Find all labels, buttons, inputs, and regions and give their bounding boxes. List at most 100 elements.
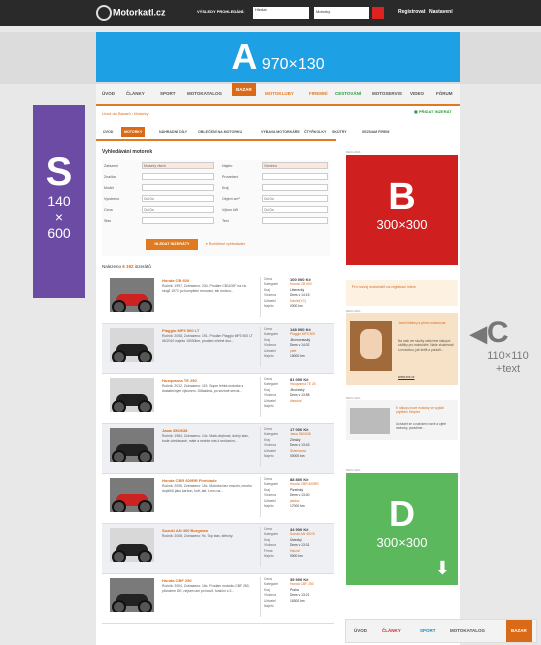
condition-select[interactable] (142, 217, 214, 224)
text-input[interactable] (262, 217, 328, 224)
listing-attrs: Cena Kategorie Kraj Vložena Uživatel Najeto (264, 577, 279, 609)
listing-photo[interactable] (110, 328, 154, 362)
advanced-search-link[interactable]: ▾ Rozšířené vyhledávání (206, 242, 245, 246)
field-label: Výkon kW (222, 208, 239, 212)
nav-cestovani[interactable]: CESTOVÁNÍ (335, 91, 361, 96)
listing-item[interactable]: Suzuki AN 400 Burgman Ročník: 2008, Zobr… (102, 524, 334, 574)
bottom-nav-clanky[interactable]: ČLÁNKY (382, 628, 401, 633)
listing-title[interactable]: Husqvarna TE 250 (162, 378, 197, 383)
ad-slot-d[interactable]: D 300×300 ⬇ (346, 473, 458, 585)
nav-firemni[interactable]: FIREMNÍ (309, 91, 328, 96)
nav-motokatalog[interactable]: MOTOKATALOG (187, 91, 222, 96)
ad-a-size: 970×130 (261, 56, 325, 73)
region-select[interactable] (262, 184, 328, 191)
ad-c2-image[interactable] (350, 408, 390, 434)
listing-photo[interactable] (110, 478, 154, 512)
listing-item[interactable]: Husqvarna TE 250 Ročník: 2012, Zobrazeno… (102, 374, 334, 424)
search-listings-button[interactable]: HLEDAT INZERÁTY (146, 239, 198, 250)
listing-item[interactable]: Jawa 350/638 Ročník: 1984, Zobrazeno: 14… (102, 424, 334, 474)
ad-slot-c[interactable]: Jízdní lékárny a přímo motorovna Na naší… (346, 313, 458, 385)
listing-item[interactable]: Honda CBR 600RR Fireblade Ročník: 2005, … (102, 474, 334, 524)
ad-c-link[interactable]: www.xxx.cz (398, 375, 414, 379)
ad-slot-b[interactable]: B 300×300 (346, 155, 458, 265)
price-range[interactable]: Od Do (142, 206, 214, 213)
ad-slot-s[interactable]: S 140 × 600 (33, 105, 85, 298)
subtab-skutry[interactable]: SKÚTRY (332, 130, 347, 134)
listing-title[interactable]: Honda CBR 600RR Fireblade (162, 478, 217, 483)
subtab-nahradni-dily[interactable]: NÁHRADNÍ DÍLY (159, 130, 187, 134)
ad-c-image[interactable] (350, 321, 392, 371)
helmet-icon (96, 5, 112, 21)
register-link[interactable]: Registrovat (398, 9, 426, 15)
listing-values: 100 000 Kč Honda CB 600 Liberecký Dnes v 14… (290, 277, 312, 309)
found-count: 6 192 (122, 264, 134, 269)
listing-photo[interactable] (110, 378, 154, 412)
listing-photo[interactable] (110, 278, 154, 312)
subtab-ctyrkolky[interactable]: ČTYŘKOLKY (304, 130, 326, 134)
sticky-bottom-nav: ÚVOD ČLÁNKY SPORT MOTOKATALOG BAZAR (345, 619, 537, 643)
nav-motoservis[interactable]: MOTOSERVIS (372, 91, 402, 96)
bottom-nav-motokatalog[interactable]: MOTOKATALOG (450, 628, 485, 633)
field-label: Text (222, 219, 229, 223)
subtab-vybava[interactable]: VÝBAVA MOTORKÁŘE (261, 130, 300, 134)
field-label: Najeto (222, 164, 233, 168)
listing-title[interactable]: Honda CBF 250 (162, 578, 192, 583)
subtab-uvod[interactable]: ÚVOD (103, 130, 113, 134)
listing-title[interactable]: Jawa 350/638 (162, 428, 187, 433)
ad-c-title[interactable]: Jízdní lékárny a přímo motorovna (398, 321, 454, 325)
mileage-select[interactable]: Všechno (262, 162, 328, 169)
listing-title[interactable]: Suzuki AN 400 Burgman (162, 528, 208, 533)
promo-text: Pro rozvoj motorkářů na registraci Intel… (352, 285, 416, 289)
year-range[interactable]: Od Do (142, 195, 214, 202)
settings-link[interactable]: Nastavení (429, 9, 453, 15)
listing-values: 88 800 Kč Honda CBR 600RR Plzeňský Dnes v 1… (290, 477, 319, 509)
ad-label: REKLAMA (346, 150, 361, 154)
nav-forum[interactable]: FÓRUM (436, 91, 453, 96)
listing-title[interactable]: Honda CB 600 (162, 278, 189, 283)
listing-photo[interactable] (110, 428, 154, 462)
listing-values: 81 000 Kč Husqvarna TE 25 Jihočeský Dnes v … (290, 377, 316, 403)
ad-slot-a[interactable]: A 970×130 (96, 32, 460, 82)
nav-bazar[interactable]: BAZAR (232, 83, 256, 96)
subtab-seznam-firem[interactable]: SEZNAM FIREM (362, 130, 389, 134)
category-select[interactable]: Motorky všech (142, 162, 214, 169)
nav-video[interactable]: VIDEO (410, 91, 424, 96)
field-label: Cena (104, 208, 113, 212)
listing-desc: Ročník: 1997, Zobrazeno: 234. Prodám CB1… (162, 284, 247, 293)
bottom-nav-uvod[interactable]: ÚVOD (354, 628, 367, 633)
site-logo[interactable]: Motorkatl.cz (96, 5, 166, 21)
top-search-input[interactable]: Hledat (253, 7, 309, 19)
nav-clanky[interactable]: ČLÁNKY (126, 91, 145, 96)
brand-select[interactable] (142, 173, 214, 180)
add-listing-button[interactable]: ▣ PŘIDAT INZERÁT (414, 109, 452, 114)
subtab-obleceni[interactable]: OBLEČENÍ NA MOTORKU (198, 130, 242, 134)
model-select[interactable] (142, 184, 214, 191)
subtab-motorky[interactable]: MOTORKY (121, 127, 146, 137)
logo-text: Motorkatl.cz (113, 7, 166, 18)
scope-select[interactable]: Motorky (314, 7, 369, 19)
listing-photo[interactable] (110, 578, 154, 612)
search-go-button[interactable] (372, 7, 384, 19)
breadcrumb[interactable]: Úvod do Bazarů › Motorky (102, 111, 148, 116)
nav-sport[interactable]: SPORT (160, 91, 176, 96)
listing-item[interactable]: Honda CB 600 Ročník: 1997, Zobrazeno: 23… (102, 274, 334, 324)
ad-c2-title[interactable]: K nákupu nové motorky se vyplatí pojiště… (396, 406, 454, 415)
ad-slot-c2[interactable]: K nákupu nové motorky se vyplatí pojiště… (346, 400, 458, 440)
listing-item[interactable]: Piaggio MP3 500 LT Ročník: 2008, Zobraze… (102, 324, 334, 374)
nav-motokluby[interactable]: MOTOKLUBY (265, 91, 294, 96)
listing-title[interactable]: Piaggio MP3 500 LT (162, 328, 199, 333)
listing-photo[interactable] (110, 528, 154, 562)
listing-attrs: Cena Kategorie Kraj Vložena Uživatel Najeto (264, 477, 279, 509)
promo-box[interactable]: Pro rozvoj motorkářů na registraci Intel… (346, 280, 458, 306)
listing-desc: Ročník: 2008, Zobrazeno: 9x. Top stav, s… (162, 534, 234, 538)
listing-item[interactable]: Honda CBF 250 Ročník: 2004, Zobrazeno: 1… (102, 574, 334, 624)
power-range[interactable]: Od Do (262, 206, 328, 213)
bottom-nav-bazar[interactable]: BAZAR (506, 620, 532, 642)
nav-uvod[interactable]: ÚVOD (102, 91, 115, 96)
ad-a-letter: A (231, 36, 258, 77)
volume-range[interactable]: Od Do (262, 195, 328, 202)
ad-c-letter: C (486, 316, 509, 349)
type-select[interactable] (262, 173, 328, 180)
bottom-nav-sport[interactable]: SPORT (420, 628, 436, 633)
arrow-left-icon: ◀ (470, 321, 487, 347)
